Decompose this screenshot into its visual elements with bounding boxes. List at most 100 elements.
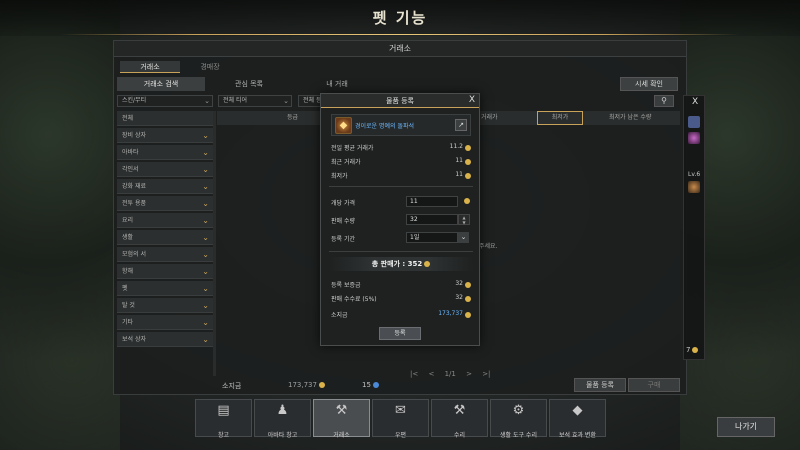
dialog-title: 물품 등록 bbox=[321, 94, 479, 108]
tab-my-trades[interactable]: 내 거래 bbox=[293, 77, 381, 91]
warehouse-icon: ▤ bbox=[217, 403, 230, 418]
breakthrough-stone-icon: ◆ bbox=[335, 117, 352, 134]
chevron-down-icon: ⌄ bbox=[202, 131, 209, 140]
period-select[interactable]: 1일 bbox=[406, 232, 458, 243]
category-item[interactable]: 아바타 ⌄ bbox=[117, 145, 213, 160]
price-label: 개당 가격 bbox=[331, 200, 355, 207]
buy-button[interactable]: 구매 bbox=[628, 378, 680, 392]
category-item[interactable]: 전체 bbox=[117, 111, 213, 126]
tab-exchange-search[interactable]: 거래소 검색 bbox=[117, 77, 205, 91]
chevron-down-icon[interactable]: ⌄ bbox=[458, 232, 469, 243]
title-divider bbox=[60, 34, 740, 35]
title-bar: 펫 기능 bbox=[0, 0, 800, 36]
menu-avatar-storage[interactable]: ♟ 아바타 창고 bbox=[254, 399, 311, 439]
gold-coin-icon bbox=[465, 145, 471, 151]
chevron-down-icon: ⌄ bbox=[202, 250, 209, 259]
page-indicator: 1/1 bbox=[444, 370, 456, 378]
category-item[interactable]: 기타 ⌄ bbox=[117, 315, 213, 330]
tab-exchange[interactable]: 거래소 bbox=[120, 61, 180, 73]
category-item[interactable]: 탈 것 ⌄ bbox=[117, 298, 213, 313]
page-title: 펫 기능 bbox=[372, 9, 428, 27]
category-scrollbar[interactable] bbox=[213, 111, 216, 376]
link-item-button[interactable]: ↗ bbox=[455, 119, 467, 131]
chevron-down-icon: ⌄ bbox=[202, 335, 209, 344]
category-item[interactable]: 강화 재료 ⌄ bbox=[117, 179, 213, 194]
register-item-button[interactable]: 물품 등록 bbox=[574, 378, 626, 392]
category-item[interactable]: 모험의 서 ⌄ bbox=[117, 247, 213, 262]
quantity-label: 판매 수량 bbox=[331, 218, 355, 225]
gem-convert-icon: ◆ bbox=[572, 403, 583, 418]
menu-exchange[interactable]: ⚒ 거래소 bbox=[313, 399, 370, 439]
mail-icon: ✉ bbox=[395, 403, 406, 418]
menu-repair[interactable]: ⚒ 수리 bbox=[431, 399, 488, 439]
stat-lowest-price: 최저가 11 bbox=[331, 171, 471, 181]
gold-coin-icon bbox=[465, 159, 471, 165]
menu-gem-convert[interactable]: ◆ 보석 효과 변환 bbox=[549, 399, 606, 439]
chevron-down-icon: ⌄ bbox=[202, 216, 209, 225]
gold-coin-icon bbox=[465, 282, 471, 288]
gold-coin-icon bbox=[318, 382, 325, 388]
total-sale-price: 총 판매가 : 352 bbox=[329, 257, 473, 271]
close-icon[interactable]: X bbox=[692, 97, 698, 107]
mode-tabs: 거래소 경매장 bbox=[120, 61, 240, 73]
page-next-button[interactable]: > bbox=[466, 370, 472, 378]
price-input[interactable]: 11 bbox=[406, 196, 458, 207]
tool-repair-icon: ⚙ bbox=[512, 403, 525, 418]
gavel-icon: ⚒ bbox=[335, 403, 348, 418]
tier-dropdown-value: 전체 티어 bbox=[223, 97, 247, 104]
search-icon: ⚲ bbox=[661, 96, 667, 105]
category-item[interactable]: 항해 ⌄ bbox=[117, 264, 213, 279]
quantity-input[interactable]: 32 bbox=[406, 214, 458, 225]
chevron-down-icon: ⌄ bbox=[202, 182, 209, 191]
tab-auction[interactable]: 경매장 bbox=[180, 61, 240, 73]
sub-tabs: 거래소 검색 관심 목록 내 거래 bbox=[117, 77, 381, 91]
search-button[interactable]: ⚲ bbox=[654, 95, 674, 107]
register-button[interactable]: 등록 bbox=[379, 327, 421, 340]
menu-tool-repair[interactable]: ⚙ 생활 도구 수리 bbox=[490, 399, 547, 439]
page-first-button[interactable]: |< bbox=[410, 370, 418, 378]
arrow-icon: ↗ bbox=[458, 121, 464, 129]
menu-warehouse[interactable]: ▤ 창고 bbox=[195, 399, 252, 439]
quantity-stepper[interactable]: ▲ ▼ bbox=[458, 214, 470, 225]
category-item[interactable]: 장비 상자 ⌄ bbox=[117, 128, 213, 143]
chevron-down-icon: ⌄ bbox=[202, 267, 209, 276]
fee-gold-held: 소지금 173,737 bbox=[331, 310, 471, 320]
gold-label: 소지금 bbox=[222, 382, 242, 390]
anvil-icon: ⚒ bbox=[453, 403, 466, 418]
category-item[interactable]: 펫 ⌄ bbox=[117, 281, 213, 296]
category-item[interactable]: 전투 용품 ⌄ bbox=[117, 196, 213, 211]
chevron-down-icon: ⌄ bbox=[202, 199, 209, 208]
chevron-down-icon: ⌄ bbox=[204, 97, 210, 105]
gold-coin-icon bbox=[465, 296, 471, 302]
chevron-down-icon: ⌄ bbox=[202, 284, 209, 293]
close-icon[interactable]: X bbox=[469, 95, 475, 105]
category-item[interactable]: 요리 ⌄ bbox=[117, 213, 213, 228]
avatar-storage-icon: ♟ bbox=[276, 403, 289, 418]
tab-watchlist[interactable]: 관심 목록 bbox=[205, 77, 293, 91]
exit-button[interactable]: 나가기 bbox=[717, 417, 775, 437]
category-item[interactable]: 각인서 ⌄ bbox=[117, 162, 213, 177]
chevron-down-icon: ⌄ bbox=[202, 318, 209, 327]
background-foliage-left bbox=[0, 0, 120, 450]
column-trade-price[interactable]: 거래가 bbox=[481, 111, 498, 125]
chevron-down-icon: ⌄ bbox=[202, 233, 209, 242]
column-grade[interactable]: 등급 bbox=[287, 111, 298, 125]
crystal-amount: 15 bbox=[362, 381, 379, 389]
market-check-button[interactable]: 시세 확인 bbox=[620, 77, 678, 91]
tier-dropdown[interactable]: 전체 티어 ⌄ bbox=[218, 95, 292, 107]
level-label: Lv.6 bbox=[688, 171, 701, 178]
page-prev-button[interactable]: < bbox=[428, 370, 434, 378]
fee-deposit: 등록 보증금 32 bbox=[331, 280, 471, 290]
bottom-menu: ▤ 창고 ♟ 아바타 창고 ⚒ 거래소 ✉ 우편 ⚒ 수리 ⚙ 생활 도구 수리… bbox=[195, 399, 608, 439]
page-last-button[interactable]: >| bbox=[482, 370, 490, 378]
window-header: 거래소 bbox=[114, 41, 686, 57]
results-empty-note: 주세요. bbox=[479, 243, 498, 250]
stat-avg-price: 전일 평균 거래가 11.2 bbox=[331, 143, 471, 153]
category-item[interactable]: 생활 ⌄ bbox=[117, 230, 213, 245]
column-lowest-remaining[interactable]: 최저가 남은 수량 bbox=[609, 111, 651, 125]
category-dropdown[interactable]: 스킨/무티 ⌄ bbox=[117, 95, 213, 107]
category-item[interactable]: 보석 상자 ⌄ bbox=[117, 332, 213, 347]
divider bbox=[329, 251, 473, 252]
menu-mail[interactable]: ✉ 우편 bbox=[372, 399, 429, 439]
column-lowest-price[interactable]: 최저가 bbox=[537, 111, 583, 125]
